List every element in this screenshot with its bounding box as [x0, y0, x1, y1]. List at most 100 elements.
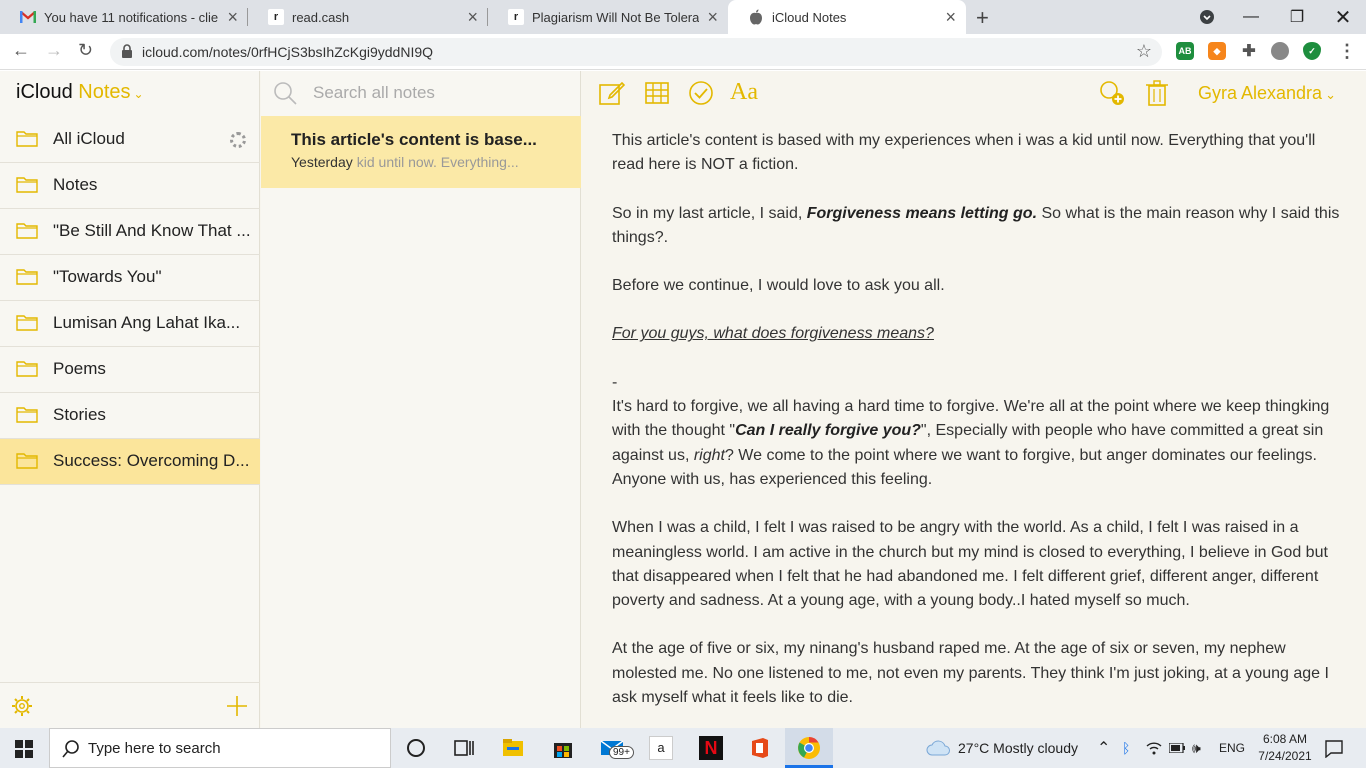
chrome-icon: [798, 737, 820, 759]
tab-plagiarism[interactable]: r Plagiarism Will Not Be Tolerated ×: [488, 0, 728, 34]
tab-icloud-notes[interactable]: iCloud Notes ×: [728, 0, 966, 34]
wifi-icon[interactable]: [1146, 741, 1162, 755]
gmail-icon: [20, 9, 36, 25]
tray-chevron-up-icon[interactable]: ⌃: [1097, 728, 1110, 768]
new-tab-button[interactable]: +: [976, 5, 989, 31]
readcash-icon: r: [268, 9, 284, 25]
folder-icon: [16, 131, 38, 147]
browser-toolbar: ← → ↻ icloud.com/notes/0rfHCjS3bsIhZcKgi…: [0, 34, 1366, 70]
taskbar-search-input[interactable]: Type here to search: [49, 728, 391, 768]
task-view-icon[interactable]: [452, 736, 476, 760]
paragraph: It's hard to forgive, we all having a ha…: [612, 398, 1330, 488]
close-icon[interactable]: ×: [227, 7, 238, 28]
user-menu[interactable]: Gyra Alexandra ⌄: [1198, 83, 1336, 104]
note-date: Yesterday: [291, 154, 353, 170]
shield-extension-icon[interactable]: ✓: [1303, 42, 1321, 60]
sidebar-folder[interactable]: Success: Overcoming D...: [0, 439, 260, 485]
url-text: icloud.com/notes/0rfHCjS3bsIhZcKgi9yddNI…: [142, 44, 434, 60]
close-icon[interactable]: ×: [945, 7, 956, 28]
brand-notes-dropdown[interactable]: Notes ⌄: [78, 81, 143, 103]
sidebar-folder[interactable]: Lumisan Ang Lahat Ika...: [0, 301, 260, 347]
search-icon: [62, 740, 79, 758]
search-input[interactable]: Search all notes: [273, 79, 573, 107]
restore-button[interactable]: ❐: [1274, 0, 1320, 34]
folder-icon: [16, 407, 38, 423]
folder-icon: [16, 223, 38, 239]
sidebar-folder[interactable]: Notes: [0, 163, 260, 209]
close-window-button[interactable]: ✕: [1320, 0, 1366, 34]
search-icon: [274, 82, 297, 105]
sidebar-folder[interactable]: "Be Still And Know That ...: [0, 209, 260, 255]
sidebar-folder[interactable]: All iCloud: [0, 117, 260, 163]
close-icon[interactable]: ×: [707, 7, 718, 28]
forward-button[interactable]: →: [45, 40, 63, 61]
compose-note-icon[interactable]: [598, 79, 626, 107]
reload-button[interactable]: ↻: [78, 40, 93, 61]
puzzle-extensions-icon[interactable]: ✚: [1240, 42, 1258, 60]
note-body[interactable]: This article's content is based with my …: [612, 129, 1342, 728]
icloud-notes-app: iCloud Notes ⌄ All iCloud Notes "Be Still A…: [0, 71, 1366, 728]
tab-title: Plagiarism Will Not Be Tolerated: [532, 9, 700, 25]
folder-label: Poems: [53, 359, 106, 378]
tab-search-icon[interactable]: [1184, 0, 1230, 34]
note-editor: Aa Gyra Alexandra ⌄ This article's conten…: [582, 71, 1366, 728]
folder-icon: [16, 177, 38, 193]
add-people-icon[interactable]: [1096, 79, 1128, 107]
add-folder-icon[interactable]: [226, 695, 248, 717]
paragraph: So in my last article, I said, Forgivene…: [612, 204, 1340, 246]
taskbar-search-placeholder: Type here to search: [88, 739, 221, 757]
notes-list: Search all notes This article's content …: [261, 71, 581, 728]
metamask-extension-icon[interactable]: ◆: [1208, 42, 1226, 60]
file-explorer-icon[interactable]: [501, 736, 525, 760]
user-name: Gyra Alexandra: [1198, 83, 1323, 103]
windows-taskbar: Type here to search 99+ a N 27°C Mostly …: [0, 728, 1366, 768]
chrome-taskbar-button[interactable]: [785, 728, 833, 768]
chrome-menu-icon[interactable]: ⋮: [1338, 41, 1356, 61]
paragraph: Before we continue, I would love to ask …: [612, 277, 945, 295]
language-indicator[interactable]: ENG: [1219, 728, 1245, 768]
netflix-icon[interactable]: N: [699, 736, 723, 760]
folder-label: Lumisan Ang Lahat Ika...: [53, 313, 241, 332]
clock[interactable]: 6:08 AM 7/24/2021: [1255, 731, 1315, 765]
paragraph: This article's content is based with my …: [612, 132, 1316, 174]
cortana-icon[interactable]: [404, 736, 428, 760]
tab-readcash[interactable]: r read.cash ×: [248, 0, 488, 34]
chevron-down-icon: ⌄: [1325, 87, 1336, 102]
note-list-item[interactable]: This article's content is base... Yester…: [261, 116, 581, 188]
tab-title: You have 11 notifications - client: [44, 9, 220, 25]
italic-text: right: [693, 446, 725, 464]
volume-icon[interactable]: 🕪: [1192, 728, 1201, 768]
battery-icon[interactable]: [1169, 743, 1185, 753]
microsoft-store-icon[interactable]: [551, 736, 575, 760]
note-snippet: kid until now. Everything...: [356, 154, 519, 170]
windows-start-icon[interactable]: [15, 740, 33, 758]
weather-cloud-icon[interactable]: [926, 740, 950, 756]
sidebar-folder[interactable]: "Towards You": [0, 255, 260, 301]
paragraph: When I was a child, I felt I was raised …: [612, 519, 1328, 610]
notification-center-icon[interactable]: [1325, 740, 1343, 758]
note-title: This article's content is base...: [291, 130, 537, 149]
settings-gear-icon[interactable]: [11, 695, 33, 717]
address-bar[interactable]: icloud.com/notes/0rfHCjS3bsIhZcKgi9yddNI…: [110, 38, 1162, 66]
bookmark-star-icon[interactable]: ☆: [1136, 41, 1152, 62]
sidebar-folder[interactable]: Poems: [0, 347, 260, 393]
trash-icon[interactable]: [1143, 79, 1171, 107]
weather-text[interactable]: 27°C Mostly cloudy: [958, 728, 1078, 768]
close-icon[interactable]: ×: [467, 7, 478, 28]
minimize-button[interactable]: —: [1228, 0, 1274, 34]
office-icon[interactable]: [748, 736, 772, 760]
text-format-icon[interactable]: Aa: [730, 79, 766, 107]
amazon-icon[interactable]: a: [649, 736, 673, 760]
bluetooth-icon[interactable]: ᛒ: [1122, 728, 1130, 768]
folder-label: Notes: [53, 175, 98, 194]
app-brand: iCloud Notes ⌄: [16, 81, 144, 104]
apple-icon: [748, 9, 764, 25]
folder-label: "Towards You": [53, 267, 162, 286]
table-icon[interactable]: [643, 79, 671, 107]
checklist-icon[interactable]: [687, 79, 715, 107]
sidebar-folder[interactable]: Stories: [0, 393, 260, 439]
adblock-extension-icon[interactable]: AB: [1176, 42, 1194, 60]
tab-gmail[interactable]: You have 11 notifications - client ×: [0, 0, 248, 34]
profile-avatar-icon[interactable]: [1271, 42, 1289, 60]
back-button[interactable]: ←: [12, 40, 30, 61]
